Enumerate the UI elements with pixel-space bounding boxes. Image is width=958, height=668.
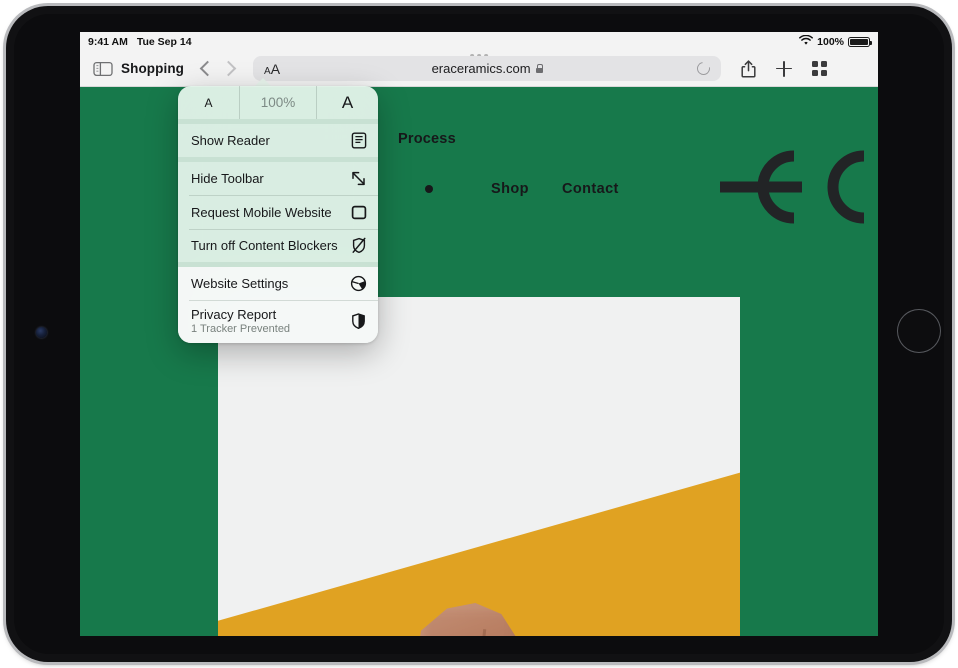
sidebar-icon[interactable] xyxy=(93,61,113,77)
menu-item-label: Privacy Report xyxy=(191,307,277,323)
rounded-square-icon xyxy=(350,204,367,221)
menu-item-label: Website Settings xyxy=(191,276,289,292)
nav-bullet xyxy=(425,185,433,193)
status-bar-left: 9:41 AM Tue Sep 14 xyxy=(88,36,192,48)
aa-large-label: A xyxy=(270,60,281,77)
aa-popover-menu: A 100% A Show Reader Hide Toolbar Reques… xyxy=(178,86,378,343)
menu-item-website-settings[interactable]: Website Settings xyxy=(178,267,378,300)
address-bar[interactable]: AA eraceramics.com xyxy=(253,56,722,81)
shield-slash-icon xyxy=(350,237,367,254)
era-ceramics-logo[interactable] xyxy=(718,150,870,224)
privacy-shield-icon xyxy=(350,313,367,330)
menu-item-label: Show Reader xyxy=(191,133,270,148)
status-bar-right: 100% xyxy=(799,34,872,49)
device-screen: 9:41 AM Tue Sep 14 100% Shopping A A era… xyxy=(80,32,878,636)
lock-icon xyxy=(535,64,543,73)
menu-item-privacy-report[interactable]: Privacy Report 1 Tracker Prevented xyxy=(178,301,378,343)
url-display[interactable]: eraceramics.com xyxy=(253,61,721,76)
home-button[interactable] xyxy=(897,309,941,353)
share-icon[interactable] xyxy=(741,59,756,78)
menu-item-label: Hide Toolbar xyxy=(191,171,264,186)
url-text: eraceramics.com xyxy=(431,61,531,76)
aa-small-label: A xyxy=(264,65,271,77)
reader-icon xyxy=(350,132,367,149)
zoom-level-label[interactable]: 100% xyxy=(238,86,316,119)
menu-item-sublabel: 1 Tracker Prevented xyxy=(191,323,291,335)
menu-item-request-mobile-website[interactable]: Request Mobile Website xyxy=(178,196,378,229)
page-title: Shopping xyxy=(121,61,185,76)
settings-gear-icon xyxy=(350,275,367,292)
status-date: Tue Sep 14 xyxy=(136,35,192,48)
nav-item-contact[interactable]: Contact xyxy=(562,181,619,197)
plus-icon[interactable] xyxy=(776,60,793,77)
ipad-device: 9:41 AM Tue Sep 14 100% Shopping A A era… xyxy=(0,0,958,668)
zoom-controls: A 100% A xyxy=(178,86,378,119)
menu-item-label: Request Mobile Website xyxy=(191,204,332,220)
menu-item-label: Turn off Content Blockers xyxy=(191,238,338,254)
menu-lower-group: Website Settings Privacy Report 1 Tracke… xyxy=(178,267,378,343)
navigation-buttons xyxy=(199,60,237,77)
camera-icon xyxy=(36,327,47,338)
privacy-report-text: Privacy Report 1 Tracker Prevented xyxy=(191,307,290,336)
status-bar: 9:41 AM Tue Sep 14 100% xyxy=(80,32,878,51)
menu-item-hide-toolbar[interactable]: Hide Toolbar xyxy=(178,162,378,195)
clay-block-photo xyxy=(218,297,740,636)
battery-full-icon xyxy=(848,36,872,47)
zoom-increase-button[interactable]: A xyxy=(316,86,378,119)
nav-item-process[interactable]: Process xyxy=(398,131,456,147)
status-time: 9:41 AM xyxy=(88,35,128,48)
browser-toolbar: Shopping AA eraceramics.com xyxy=(80,51,878,87)
zoom-decrease-button[interactable]: A xyxy=(178,86,239,119)
back-button[interactable] xyxy=(199,60,216,77)
toolbar-actions xyxy=(741,59,828,78)
forward-button[interactable] xyxy=(220,60,237,77)
nav-item-shop[interactable]: Shop xyxy=(491,181,529,197)
aa-text-size-button[interactable]: AA xyxy=(264,61,280,77)
menu-item-show-reader[interactable]: Show Reader xyxy=(178,124,378,157)
menu-item-turn-off-content-blockers[interactable]: Turn off Content Blockers xyxy=(178,229,378,262)
tab-overview-icon[interactable] xyxy=(812,61,828,76)
expand-arrows-icon xyxy=(350,170,367,187)
battery-percent: 100% xyxy=(817,35,844,48)
wifi-icon xyxy=(799,34,814,49)
